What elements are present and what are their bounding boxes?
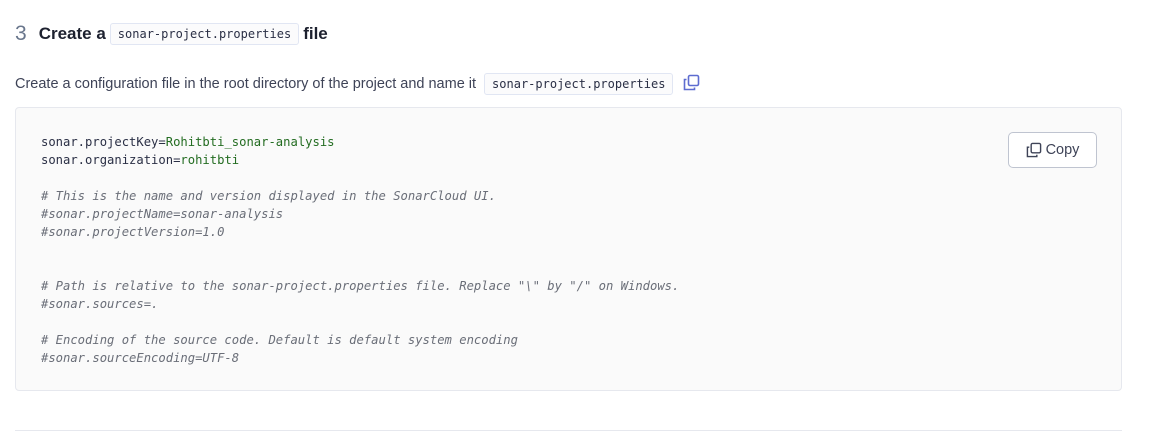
section-divider bbox=[15, 430, 1122, 431]
code-line: #sonar.projectName=sonar-analysis bbox=[41, 205, 679, 223]
copy-icon bbox=[683, 74, 700, 90]
copy-filename-button[interactable] bbox=[681, 72, 701, 92]
code-line: #sonar.sources=. bbox=[41, 295, 679, 313]
property-key: sonar.projectKey= bbox=[41, 135, 166, 149]
step-title-suffix: file bbox=[303, 24, 328, 43]
code-comment: # Encoding of the source code. Default i… bbox=[41, 333, 518, 347]
copy-button-label: Copy bbox=[1045, 142, 1080, 158]
step-title-prefix: Create a bbox=[38, 24, 106, 43]
code-line: sonar.organization=rohitbti bbox=[41, 151, 679, 169]
copy-code-button[interactable]: Copy bbox=[1008, 132, 1097, 168]
code-line: #sonar.projectVersion=1.0 bbox=[41, 223, 679, 241]
code-line: sonar.projectKey=Rohitbti_sonar-analysis bbox=[41, 133, 679, 151]
code-comment: #sonar.sources=. bbox=[41, 297, 159, 311]
code-content: sonar.projectKey=Rohitbti_sonar-analysis… bbox=[41, 133, 679, 367]
code-comment: #sonar.sourceEncoding=UTF-8 bbox=[41, 351, 240, 365]
code-comment: # This is the name and version displayed… bbox=[41, 189, 496, 203]
description-text: Create a configuration file in the root … bbox=[15, 76, 477, 92]
step-title-filename: sonar-project.properties bbox=[109, 23, 300, 45]
code-comment: #sonar.projectVersion=1.0 bbox=[41, 225, 225, 239]
code-snippet: sonar.projectKey=Rohitbti_sonar-analysis… bbox=[15, 107, 1122, 391]
property-value: rohitbti bbox=[180, 153, 240, 167]
copy-icon bbox=[1026, 142, 1041, 158]
step-heading: 3 Create a sonar-project.properties file bbox=[15, 20, 332, 48]
code-comment: #sonar.projectName=sonar-analysis bbox=[41, 207, 284, 221]
property-value: Rohitbti_sonar-analysis bbox=[165, 135, 335, 149]
code-comment: # Path is relative to the sonar-project.… bbox=[41, 279, 680, 293]
code-line: # Encoding of the source code. Default i… bbox=[41, 331, 679, 349]
code-line: # This is the name and version displayed… bbox=[41, 187, 679, 205]
code-line: #sonar.sourceEncoding=UTF-8 bbox=[41, 349, 679, 367]
description-filename: sonar-project.properties bbox=[484, 73, 674, 95]
property-key: sonar.organization= bbox=[41, 153, 181, 167]
step-description: Create a configuration file in the root … bbox=[15, 72, 701, 96]
code-line: # Path is relative to the sonar-project.… bbox=[41, 277, 679, 295]
step-number: 3 bbox=[15, 22, 27, 45]
